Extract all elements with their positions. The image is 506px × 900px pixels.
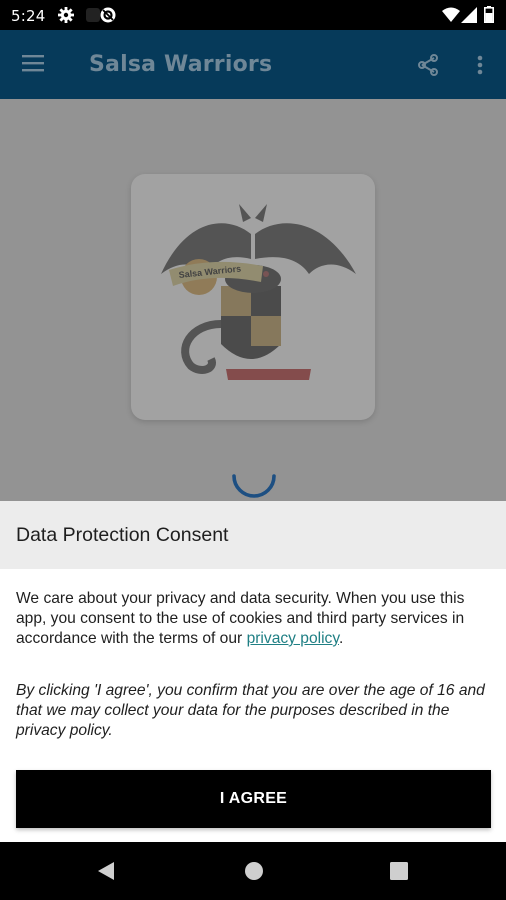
consent-title: Data Protection Consent <box>16 524 229 546</box>
spinner-icon <box>230 452 278 504</box>
back-triangle-icon[interactable] <box>97 861 115 885</box>
app-title: Salsa Warriors <box>89 52 273 77</box>
share-icon[interactable] <box>416 53 440 81</box>
app-bar: Salsa Warriors <box>0 30 506 99</box>
consent-paragraph: We care about your privacy and data secu… <box>16 589 496 649</box>
nav-bar <box>0 842 506 900</box>
recents-square-icon[interactable] <box>389 862 409 884</box>
dragon-crest-logo: Salsa Warriors <box>161 204 356 380</box>
agree-button[interactable]: I AGREE <box>16 770 491 828</box>
menu-icon[interactable] <box>20 52 46 78</box>
gear-icon <box>57 6 75 28</box>
more-vert-icon[interactable] <box>472 53 488 81</box>
status-bar: 5:24 <box>0 0 506 30</box>
status-time: 5:24 <box>11 7 46 25</box>
consent-paragraph-text: We care about your privacy and data secu… <box>16 590 465 647</box>
consent-age-notice: By clicking 'I agree', you confirm that … <box>16 682 485 739</box>
battery-icon <box>484 6 494 27</box>
privacy-policy-link[interactable]: privacy policy <box>247 630 339 647</box>
signal-icon <box>461 7 477 27</box>
wifi-icon <box>442 7 460 27</box>
home-circle-icon[interactable] <box>244 861 264 885</box>
consent-paragraph-end: . <box>339 630 344 647</box>
logo-card: Salsa Warriors <box>131 174 375 420</box>
no-sync-icon <box>86 6 118 28</box>
